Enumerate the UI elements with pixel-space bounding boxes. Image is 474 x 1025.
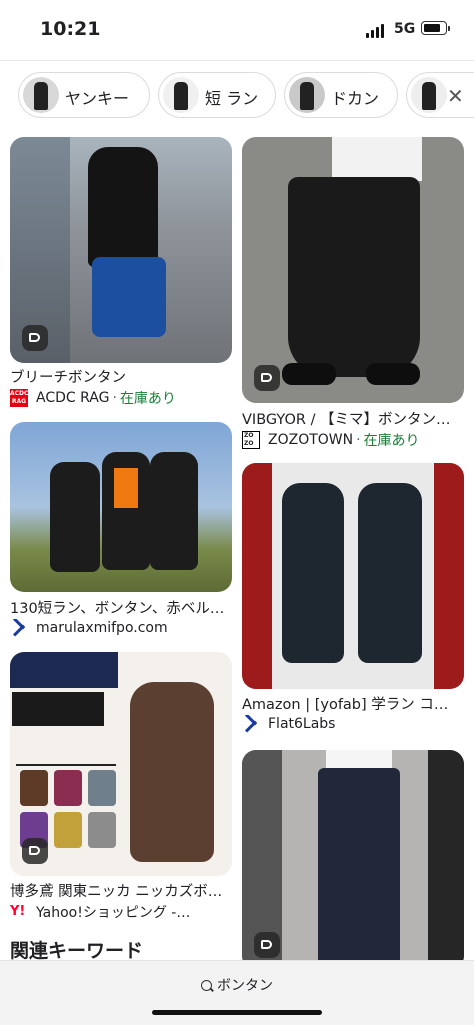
search-icon — [201, 980, 212, 991]
search-query: ボンタン — [217, 978, 273, 994]
result-source: ZOZOTOWN · 在庫あり — [242, 430, 464, 450]
source-name: ACDC RAG — [36, 390, 110, 406]
chip-label: 短 ラン — [205, 89, 259, 108]
stock-status: 在庫あり — [119, 391, 176, 407]
chip-thumbnail — [289, 77, 325, 113]
chip-thumbnail — [163, 77, 199, 113]
result-image[interactable] — [10, 137, 232, 363]
shopping-tag-icon — [254, 365, 280, 391]
chip-label: ドカン — [331, 89, 380, 108]
result-image[interactable] — [10, 422, 232, 592]
chip-partial[interactable] — [406, 72, 474, 118]
stock-status: 在庫あり — [363, 433, 420, 449]
related-keywords-heading: 関連キーワード — [10, 940, 144, 962]
flat-icon — [10, 619, 28, 637]
chip-thumbnail — [23, 77, 59, 113]
battery-icon — [421, 21, 450, 35]
bottom-search-bar[interactable]: ボンタン — [0, 960, 474, 1025]
separator: · — [112, 390, 117, 406]
source-name: Flat6Labs — [268, 716, 336, 732]
chip-label: ヤンキー — [65, 89, 130, 108]
close-icon[interactable]: ✕ — [447, 84, 464, 108]
image-placeholder — [242, 463, 464, 689]
image-placeholder — [242, 137, 464, 403]
shopping-tag-icon — [254, 932, 280, 958]
result-source: ACDC RAG ACDC RAG · 在庫あり — [10, 388, 232, 408]
result-title[interactable]: VIBGYOR / 【ミマ】ボンタン… — [242, 408, 464, 429]
result-source: marulaxmifpo.com — [10, 619, 232, 637]
search-query-display[interactable]: ボンタン — [0, 975, 474, 995]
result-image[interactable] — [242, 137, 464, 403]
source-name: marulaxmifpo.com — [36, 620, 168, 636]
home-indicator[interactable] — [152, 1010, 322, 1015]
header-divider — [0, 60, 474, 61]
image-placeholder — [10, 422, 232, 592]
result-title[interactable]: Amazon | [yofab] 学ラン コ… — [242, 693, 464, 714]
network-type: 5G — [394, 21, 416, 37]
related-search-chips: ヤンキー 短 ラン ドカン ✕ — [0, 72, 474, 120]
result-source: Flat6Labs — [242, 715, 464, 733]
source-name: Yahoo!ショッピング -… — [36, 905, 191, 921]
chip-yankee[interactable]: ヤンキー — [18, 72, 150, 118]
result-image[interactable] — [242, 750, 464, 970]
flat-icon — [242, 715, 260, 733]
result-title[interactable]: 博多鳶 関東ニッカ ニッカズボ… — [10, 880, 232, 901]
result-source: Y! Yahoo!ショッピング -… — [10, 902, 232, 922]
acdc-icon: ACDC RAG — [10, 389, 29, 407]
separator: · — [356, 432, 361, 448]
chip-dokan[interactable]: ドカン — [284, 72, 398, 118]
chip-thumbnail — [411, 77, 447, 113]
result-title[interactable]: 130短ラン、ボンタン、赤ベル… — [10, 597, 232, 618]
zozo-icon — [242, 431, 260, 449]
shopping-tag-icon — [22, 838, 48, 864]
status-bar: 10:21 5G — [0, 0, 474, 58]
yahoo-icon: Y! — [10, 904, 26, 919]
status-time: 10:21 — [40, 18, 101, 40]
result-title[interactable]: ブリーチボンタン — [10, 366, 232, 387]
source-name: ZOZOTOWN — [268, 432, 354, 448]
result-image[interactable] — [242, 463, 464, 689]
shopping-tag-icon — [22, 325, 48, 351]
chip-tanran[interactable]: 短 ラン — [158, 72, 276, 118]
result-image[interactable] — [10, 652, 232, 876]
signal-icon — [366, 24, 388, 38]
